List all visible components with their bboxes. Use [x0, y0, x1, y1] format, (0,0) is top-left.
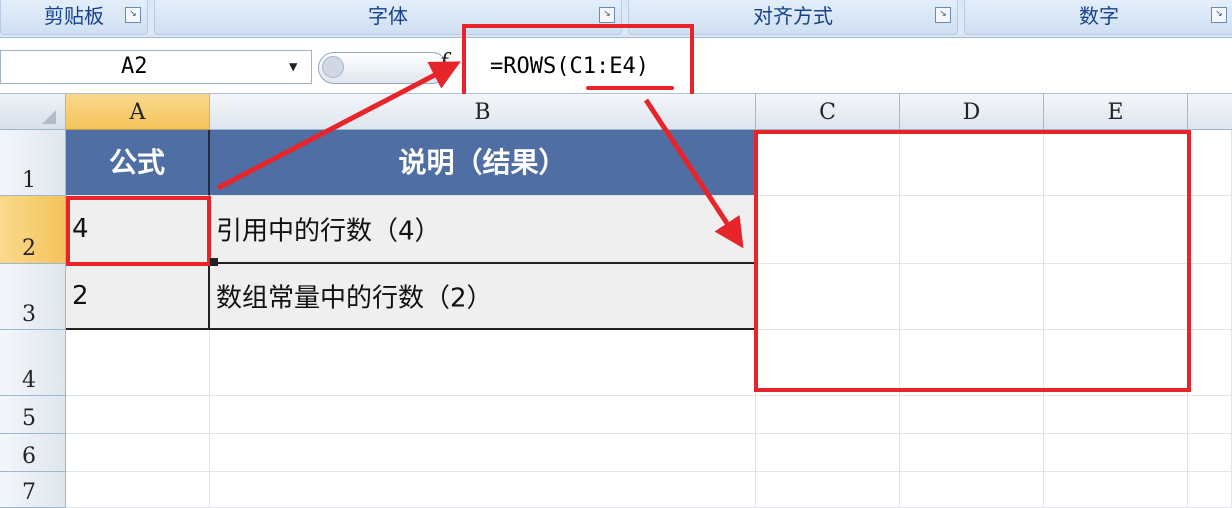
- annotation-arrows: [216, 61, 744, 249]
- arrow-formula-to-range: [643, 98, 744, 249]
- arrow-cell-to-formula: [216, 61, 461, 191]
